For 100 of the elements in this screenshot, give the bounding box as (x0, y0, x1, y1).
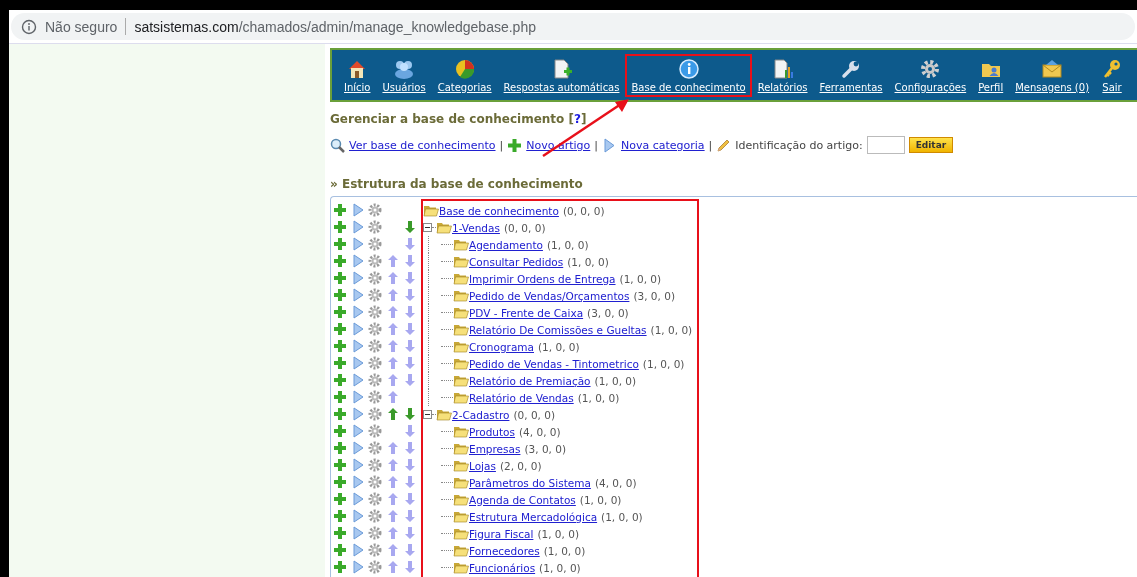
play-icon[interactable] (350, 440, 365, 455)
down-arrow-icon[interactable] (403, 304, 417, 319)
plus-icon[interactable] (333, 491, 347, 506)
category-link[interactable]: PDV - Frente de Caixa (469, 306, 584, 319)
category-link[interactable]: Agenda de Contatos (469, 493, 576, 506)
plus-icon[interactable] (333, 542, 347, 557)
down-arrow-icon[interactable] (403, 559, 417, 574)
category-link[interactable]: Relatório de Vendas (469, 391, 574, 404)
plus-icon[interactable] (333, 236, 347, 251)
toolbar-link[interactable]: Novo artigo (526, 138, 591, 152)
nav-item[interactable]: Perfil (972, 53, 1010, 97)
category-link[interactable]: Figura Fiscal (469, 527, 534, 540)
plus-icon[interactable] (333, 355, 347, 370)
gear-icon[interactable] (368, 236, 382, 251)
category-link[interactable]: 2-Cadastro (452, 408, 510, 421)
plus-icon[interactable] (333, 508, 347, 523)
collapse-icon[interactable] (423, 410, 432, 419)
nav-item[interactable]: Usuários (376, 53, 432, 97)
down-arrow-icon[interactable] (403, 236, 417, 251)
plus-icon[interactable] (333, 270, 347, 285)
play-icon[interactable] (350, 253, 365, 268)
plus-icon[interactable] (333, 321, 347, 336)
category-link[interactable]: Pedido de Vendas/Orçamentos (469, 289, 630, 302)
plus-icon[interactable] (333, 423, 347, 438)
play-icon[interactable] (350, 287, 365, 302)
down-arrow-icon[interactable] (403, 440, 417, 455)
play-icon[interactable] (350, 372, 365, 387)
play-icon[interactable] (350, 321, 365, 336)
play-icon[interactable] (350, 457, 365, 472)
category-link[interactable]: Relatório de Premiação (469, 374, 591, 387)
play-icon[interactable] (350, 202, 365, 217)
play-icon[interactable] (350, 270, 365, 285)
play-icon[interactable] (350, 559, 365, 574)
category-link[interactable]: Agendamento (469, 238, 543, 251)
plus-icon[interactable] (333, 406, 347, 421)
down-arrow-icon[interactable] (403, 338, 417, 353)
plus-icon[interactable] (333, 219, 347, 234)
play-icon[interactable] (350, 389, 365, 404)
down-arrow-icon[interactable] (403, 372, 417, 387)
article-id-field[interactable] (866, 136, 905, 154)
nav-item[interactable]: Relatórios (751, 53, 814, 97)
gear-icon[interactable] (368, 389, 382, 404)
category-link[interactable]: Pedido de Vendas - Tintometrico (469, 357, 639, 370)
category-link[interactable]: Empresas (469, 442, 521, 455)
gear-icon[interactable] (368, 253, 382, 268)
collapse-icon[interactable] (423, 223, 432, 232)
down-arrow-icon[interactable] (403, 253, 417, 268)
category-link[interactable]: Cronograma (469, 340, 534, 353)
category-link[interactable]: Consultar Pedidos (469, 255, 564, 268)
gear-icon[interactable] (368, 338, 382, 353)
plus-icon[interactable] (333, 389, 347, 404)
category-link[interactable]: Fornecedores (469, 544, 540, 557)
gear-icon[interactable] (368, 287, 382, 302)
nav-item[interactable]: Ferramentas (813, 53, 889, 97)
gear-icon[interactable] (368, 304, 382, 319)
down-arrow-icon[interactable] (403, 542, 417, 557)
nav-item[interactable]: Sair (1095, 53, 1130, 97)
category-link[interactable]: Produtos (469, 425, 515, 438)
plus-icon[interactable] (333, 338, 347, 353)
down-arrow-icon[interactable] (403, 270, 417, 285)
plus-icon[interactable] (333, 440, 347, 455)
play-icon[interactable] (350, 406, 365, 421)
down-arrow-icon[interactable] (403, 287, 417, 302)
gear-icon[interactable] (368, 355, 382, 370)
category-link[interactable]: Relatório De Comissões e Gueltas (469, 323, 647, 336)
help-link[interactable]: ? (574, 112, 581, 126)
gear-icon[interactable] (368, 270, 382, 285)
play-icon[interactable] (350, 355, 365, 370)
nav-item[interactable]: Configurações (888, 53, 973, 97)
play-icon[interactable] (350, 338, 365, 353)
gear-icon[interactable] (368, 474, 382, 489)
down-arrow-icon[interactable] (403, 508, 417, 523)
nav-item[interactable]: Base de conhecimento (625, 53, 752, 97)
down-arrow-icon[interactable] (403, 423, 417, 438)
nav-item[interactable]: Categorias (431, 53, 498, 97)
plus-icon[interactable] (333, 474, 347, 489)
nav-item[interactable]: Mensagens (0) (1009, 53, 1096, 97)
gear-icon[interactable] (368, 423, 382, 438)
plus-icon[interactable] (333, 457, 347, 472)
toolbar-link[interactable]: Nova categoria (621, 138, 705, 152)
plus-icon[interactable] (333, 304, 347, 319)
play-icon[interactable] (350, 525, 365, 540)
plus-icon[interactable] (333, 559, 347, 574)
plus-icon[interactable] (333, 253, 347, 268)
gear-icon[interactable] (368, 525, 382, 540)
down-arrow-icon[interactable] (403, 321, 417, 336)
category-link[interactable]: Base de conhecimento (439, 204, 559, 217)
category-link[interactable]: Estrutura Mercadológica (469, 510, 598, 523)
category-link[interactable]: Parâmetros do Sistema (469, 476, 591, 489)
plus-icon[interactable] (333, 202, 347, 217)
gear-icon[interactable] (368, 491, 382, 506)
gear-icon[interactable] (368, 406, 382, 421)
gear-icon[interactable] (368, 219, 382, 234)
down-arrow-icon[interactable] (403, 219, 417, 234)
play-icon[interactable] (350, 474, 365, 489)
down-arrow-icon[interactable] (403, 457, 417, 472)
category-link[interactable]: 1-Vendas (452, 221, 500, 234)
toolbar-link[interactable]: Ver base de conhecimento (349, 138, 496, 152)
address-bar[interactable]: Não seguro satsistemas.com/chamados/admin/manage_knowledgebase.php (11, 13, 1135, 40)
gear-icon[interactable] (368, 542, 382, 557)
